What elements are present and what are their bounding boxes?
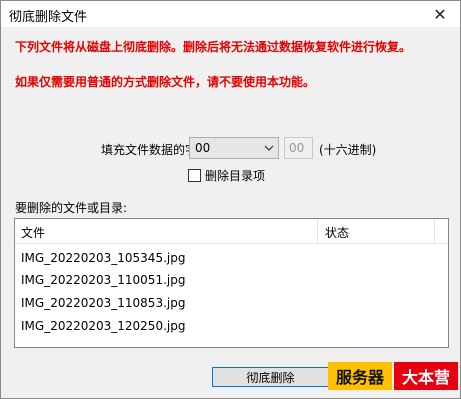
hex-hint-label: (十六进制) bbox=[319, 143, 377, 157]
list-item[interactable]: IMG_20220203_110853.jpg bbox=[21, 296, 185, 316]
warning-line-2: 如果仅需要用普通的方式删除文件，请不要使用本功能。 bbox=[15, 75, 316, 89]
chevron-down-icon bbox=[264, 145, 274, 151]
delete-dirs-checkbox[interactable] bbox=[188, 169, 201, 182]
delete-dialog: 彻底删除文件 ✕ 下列文件将从磁盘上彻底删除。删除后将无法通过数据恢复软件进行恢… bbox=[0, 0, 461, 399]
window-title: 彻底删除文件 bbox=[9, 10, 88, 25]
column-header-status[interactable]: 状态 bbox=[325, 224, 349, 241]
secure-delete-button[interactable]: 彻底删除 bbox=[212, 367, 329, 387]
watermark-logo-right: 大本营 bbox=[394, 362, 458, 390]
hex-value-input[interactable]: 00 bbox=[284, 137, 313, 159]
delete-dirs-option[interactable]: 删除目录项 bbox=[188, 167, 265, 184]
column-header-file[interactable]: 文件 bbox=[21, 224, 45, 241]
watermark-logo-left: 服务器 bbox=[328, 362, 392, 390]
file-list-header: 文件 状态 bbox=[15, 219, 448, 244]
delete-dirs-label: 删除目录项 bbox=[205, 169, 266, 183]
list-item[interactable]: IMG_20220203_110051.jpg bbox=[21, 273, 185, 293]
close-button[interactable]: ✕ bbox=[420, 1, 460, 27]
title-bar: 彻底删除文件 ✕ bbox=[1, 1, 460, 27]
close-icon: ✕ bbox=[433, 4, 447, 24]
file-list[interactable]: 文件 状态 IMG_20220203_105345.jpg IMG_202202… bbox=[14, 218, 449, 348]
list-item[interactable]: IMG_20220203_120250.jpg bbox=[21, 319, 185, 339]
fill-char-select-value: 00 bbox=[195, 141, 211, 155]
list-item[interactable]: IMG_20220203_105345.jpg bbox=[21, 251, 185, 271]
file-list-label: 要删除的文件或目录: bbox=[15, 201, 128, 215]
column-divider[interactable] bbox=[317, 219, 318, 243]
warning-line-1: 下列文件将从磁盘上彻底删除。删除后将无法通过数据恢复软件进行恢复。 bbox=[15, 40, 412, 54]
fill-char-select[interactable]: 00 bbox=[189, 137, 279, 159]
column-divider[interactable] bbox=[434, 219, 435, 243]
